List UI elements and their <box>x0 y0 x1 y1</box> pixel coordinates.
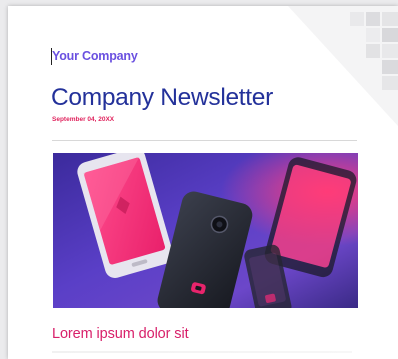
newsletter-title[interactable]: Company Newsletter <box>51 84 273 112</box>
decorative-checker-corner <box>288 6 398 126</box>
hero-image[interactable] <box>53 153 358 308</box>
company-name[interactable]: Your Company <box>52 49 138 63</box>
divider <box>52 140 357 141</box>
smartphones-photo <box>53 153 358 308</box>
newsletter-date[interactable]: September 04, 20XX <box>52 116 114 123</box>
document-page: Your Company Company Newsletter Septembe… <box>8 6 398 359</box>
body-text-placeholder <box>52 351 352 353</box>
section-heading[interactable]: Lorem ipsum dolor sit <box>52 326 189 342</box>
